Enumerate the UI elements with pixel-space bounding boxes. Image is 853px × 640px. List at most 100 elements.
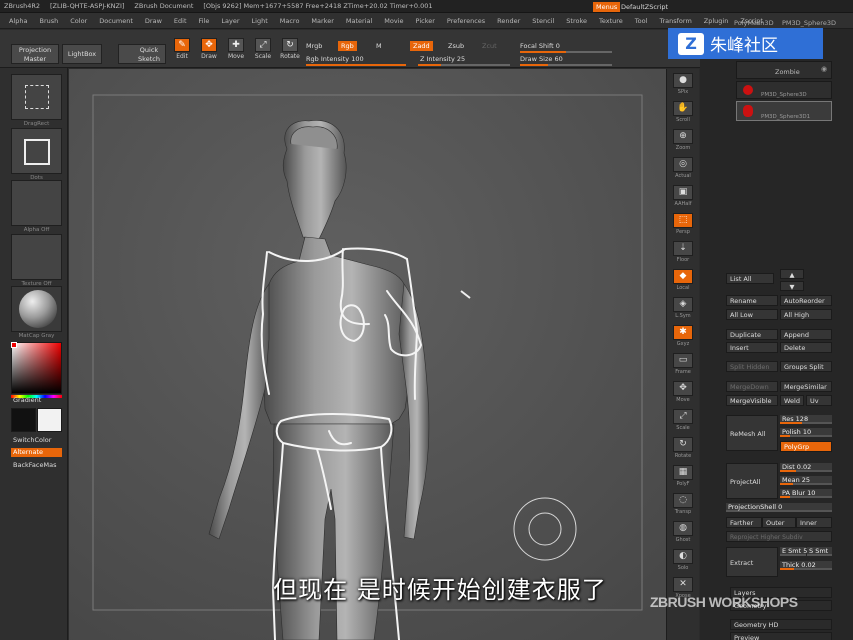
polymesh-header[interactable]: PolyMesh3D <box>734 19 774 27</box>
auto-reorder-button[interactable]: AutoReorder <box>780 295 832 306</box>
m-toggle[interactable]: M <box>376 42 382 50</box>
move-mode-button[interactable]: ✚ Move <box>225 38 247 64</box>
move-down-arrow-icon[interactable]: ▼ <box>780 281 804 291</box>
primary-color-swatch[interactable] <box>37 408 62 432</box>
res-slider[interactable]: Res 128 <box>780 415 832 424</box>
draw-mode-button[interactable]: ✥ Draw <box>198 38 220 64</box>
menu-item[interactable]: Layer <box>221 17 239 25</box>
merge-down-button[interactable]: MergeDown <box>726 381 778 392</box>
eye-icon[interactable]: ◉ <box>821 65 827 73</box>
subtool-item[interactable]: Zombie ◉ <box>736 61 832 79</box>
outer-toggle[interactable]: Outer <box>762 517 796 528</box>
shelf-button-zoom[interactable]: ⊕ Zoom <box>672 129 694 151</box>
pa-blur-slider[interactable]: PA Blur 10 <box>780 489 832 498</box>
append-button[interactable]: Append <box>780 329 832 340</box>
shelf-button-actual[interactable]: ◎ Actual <box>672 157 694 179</box>
polish-slider[interactable]: Polish 10 <box>780 428 832 437</box>
all-low-button[interactable]: All Low <box>726 309 778 320</box>
s-smt-slider[interactable]: S Smt <box>807 547 832 556</box>
menu-item[interactable]: Marker <box>311 17 333 25</box>
mean-slider[interactable]: Mean 25 <box>780 476 832 485</box>
z-intensity-track[interactable] <box>418 64 510 66</box>
uv-toggle[interactable]: Uv <box>806 395 832 406</box>
shelf-button-spix[interactable]: ● SPix <box>672 73 694 95</box>
document-canvas[interactable] <box>69 69 666 640</box>
zcut-toggle[interactable]: Zcut <box>482 42 497 50</box>
all-high-button[interactable]: All High <box>780 309 832 320</box>
projection-master-button[interactable]: Projection Master <box>11 44 59 64</box>
merge-similar-button[interactable]: MergeSimilar <box>780 381 832 392</box>
shelf-button-aahalf[interactable]: ▣ AAHalf <box>672 185 694 207</box>
material-thumbnail[interactable] <box>11 286 62 332</box>
draw-size-track[interactable] <box>520 64 612 66</box>
split-hidden-button[interactable]: Split Hidden <box>726 361 778 372</box>
preview-subpalette[interactable]: Preview <box>730 632 832 640</box>
gradient-toggle[interactable]: Gradient <box>11 396 41 405</box>
reproject-higher-subdiv-button[interactable]: Reproject Higher Subdiv <box>726 531 832 542</box>
menu-item[interactable]: Movie <box>384 17 403 25</box>
rename-button[interactable]: Rename <box>726 295 778 306</box>
duplicate-button[interactable]: Duplicate <box>726 329 778 340</box>
menu-item[interactable]: Zplugin <box>704 17 729 25</box>
shelf-button-frame[interactable]: ▭ Frame <box>672 353 694 375</box>
menu-item[interactable]: Texture <box>599 17 623 25</box>
shelf-button-move[interactable]: ✥ Move <box>672 381 694 403</box>
zsub-toggle[interactable]: Zsub <box>448 42 464 50</box>
menu-item[interactable]: Stencil <box>532 17 554 25</box>
menu-item[interactable]: Preferences <box>447 17 485 25</box>
menu-item[interactable]: Stroke <box>566 17 587 25</box>
draw-size-slider[interactable]: Draw Size 60 <box>520 55 563 63</box>
subtool-item[interactable]: PM3D_Sphere3D <box>736 81 832 99</box>
quick-sketch-button[interactable]: Quick Sketch <box>118 44 166 64</box>
main-color-swatch[interactable] <box>11 342 17 348</box>
menu-item[interactable]: Alpha <box>9 17 27 25</box>
shelf-button-transp[interactable]: ◌ Transp <box>672 493 694 515</box>
focal-shift-track[interactable] <box>520 51 612 53</box>
shelf-button-gxyz[interactable]: ✱ Gxyz <box>672 325 694 347</box>
menu-item[interactable]: Material <box>346 17 372 25</box>
menu-item[interactable]: Brush <box>39 17 58 25</box>
shelf-button-ghost[interactable]: ◍ Ghost <box>672 521 694 543</box>
thick-slider[interactable]: Thick 0.02 <box>780 561 832 570</box>
shelf-button-local[interactable]: ◆ Local <box>672 269 694 291</box>
lightbox-button[interactable]: LightBox <box>62 44 102 64</box>
shelf-button-l-sym[interactable]: ◈ L.Sym <box>672 297 694 319</box>
brush-thumbnail[interactable] <box>11 74 62 120</box>
polygrp-toggle[interactable]: PolyGrp <box>780 441 832 452</box>
menu-item[interactable]: Transform <box>659 17 691 25</box>
rotate-mode-button[interactable]: ↻ Rotate <box>279 38 301 64</box>
shelf-button-polyf[interactable]: ▦ PolyF <box>672 465 694 487</box>
groups-split-button[interactable]: Groups Split <box>780 361 832 372</box>
geometry-hd-subpalette[interactable]: Geometry HD <box>730 619 832 630</box>
shelf-button-rotate[interactable]: ↻ Rotate <box>672 437 694 459</box>
menus-button[interactable]: Menus <box>593 2 621 12</box>
shelf-button-solo[interactable]: ◐ Solo <box>672 549 694 571</box>
stroke-thumbnail[interactable] <box>11 128 62 174</box>
focal-shift-slider[interactable]: Focal Shift 0 <box>520 42 560 50</box>
remesh-all-button[interactable]: ReMesh All <box>726 415 778 451</box>
default-script-label[interactable]: DefaultZScript <box>621 2 668 12</box>
inner-toggle[interactable]: Inner <box>796 517 832 528</box>
secondary-color-swatch[interactable] <box>11 408 36 432</box>
backface-mask-toggle[interactable]: BackFaceMas <box>11 461 56 470</box>
e-smt-slider[interactable]: E Smt 5 <box>780 547 807 556</box>
mrgb-toggle[interactable]: Mrgb <box>306 42 322 50</box>
insert-button[interactable]: Insert <box>726 342 778 353</box>
menu-item[interactable]: Render <box>497 17 520 25</box>
z-intensity-slider[interactable]: Z Intensity 25 <box>420 55 465 63</box>
texture-thumbnail[interactable] <box>11 234 62 280</box>
menu-item[interactable]: Edit <box>174 17 187 25</box>
shelf-button-scroll[interactable]: ✋ Scroll <box>672 101 694 123</box>
menu-item[interactable]: Draw <box>145 17 162 25</box>
switch-color-button[interactable]: SwitchColor <box>11 436 51 445</box>
menu-item[interactable]: Document <box>99 17 133 25</box>
delete-button[interactable]: Delete <box>780 342 832 353</box>
menu-item[interactable]: Picker <box>416 17 435 25</box>
sphere-header[interactable]: PM3D_Sphere3D <box>782 19 836 27</box>
edit-mode-button[interactable]: ✎ Edit <box>171 38 193 64</box>
scale-mode-button[interactable]: ⤢ Scale <box>252 38 274 64</box>
move-up-arrow-icon[interactable]: ▲ <box>780 269 804 279</box>
extract-button[interactable]: Extract <box>726 547 778 577</box>
rgb-intensity-track[interactable] <box>306 64 406 66</box>
menu-item[interactable]: Tool <box>635 17 648 25</box>
